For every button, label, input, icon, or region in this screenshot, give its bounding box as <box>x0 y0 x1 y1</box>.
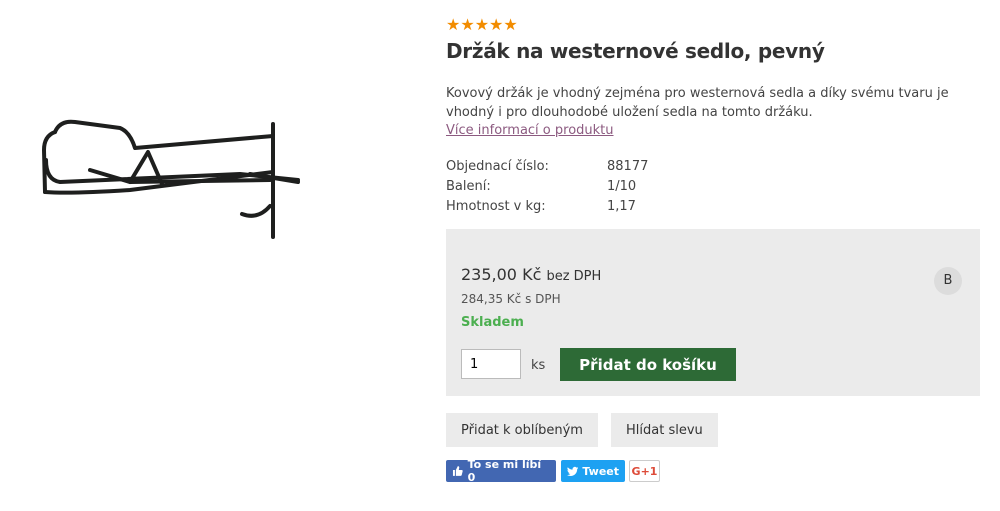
product-title: Držák na westernové sedlo, pevný <box>446 39 825 63</box>
price-box: 235,00 Kč bez DPH 284,35 Kč s DPH Sklade… <box>446 229 980 396</box>
price-net-value: 235,00 Kč <box>461 265 542 284</box>
price-gross: 284,35 Kč s DPH <box>461 292 561 306</box>
badge: B <box>934 267 962 295</box>
param-value: 88177 <box>607 159 649 174</box>
thumbs-up-icon <box>452 466 463 476</box>
param-value: 1/10 <box>607 179 637 194</box>
facebook-like-label: To se mi líbí 0 <box>467 458 542 484</box>
tweet-button[interactable]: Tweet <box>561 460 625 482</box>
more-info-link[interactable]: Více informací o produktu <box>446 123 614 138</box>
google-plus-button[interactable]: G+1 <box>629 460 660 482</box>
param-label: Balení: <box>446 179 491 194</box>
watch-price-button[interactable]: Hlídat slevu <box>611 413 718 447</box>
add-to-cart-button[interactable]: Přidat do košíku <box>560 348 736 381</box>
rating-stars: ★★★★★ <box>446 15 518 34</box>
google-plus-label: G+1 <box>631 464 658 478</box>
param-value: 1,17 <box>607 199 636 214</box>
price-net: 235,00 Kč bez DPH <box>461 265 601 284</box>
product-description: Kovový držák je vhodný zejména pro weste… <box>446 86 949 120</box>
twitter-bird-icon <box>567 466 579 476</box>
param-row-packaging: Balení: 1/10 <box>446 177 648 197</box>
price-net-suffix: bez DPH <box>546 269 602 284</box>
param-label: Hmotnost v kg: <box>446 199 546 214</box>
product-params: Objednací číslo: 88177 Balení: 1/10 Hmot… <box>446 157 648 217</box>
tweet-label: Tweet <box>582 464 619 478</box>
param-row-order-number: Objednací číslo: 88177 <box>446 157 648 177</box>
add-to-favorites-button[interactable]: Přidat k oblíbeným <box>446 413 598 447</box>
param-row-weight: Hmotnost v kg: 1,17 <box>446 197 648 217</box>
stock-status: Skladem <box>461 315 524 330</box>
facebook-like-button[interactable]: To se mi líbí 0 <box>446 458 556 484</box>
quantity-input[interactable] <box>461 349 521 379</box>
param-label: Objednací číslo: <box>446 159 549 174</box>
quantity-unit: ks <box>531 358 546 373</box>
product-image[interactable] <box>30 110 320 250</box>
